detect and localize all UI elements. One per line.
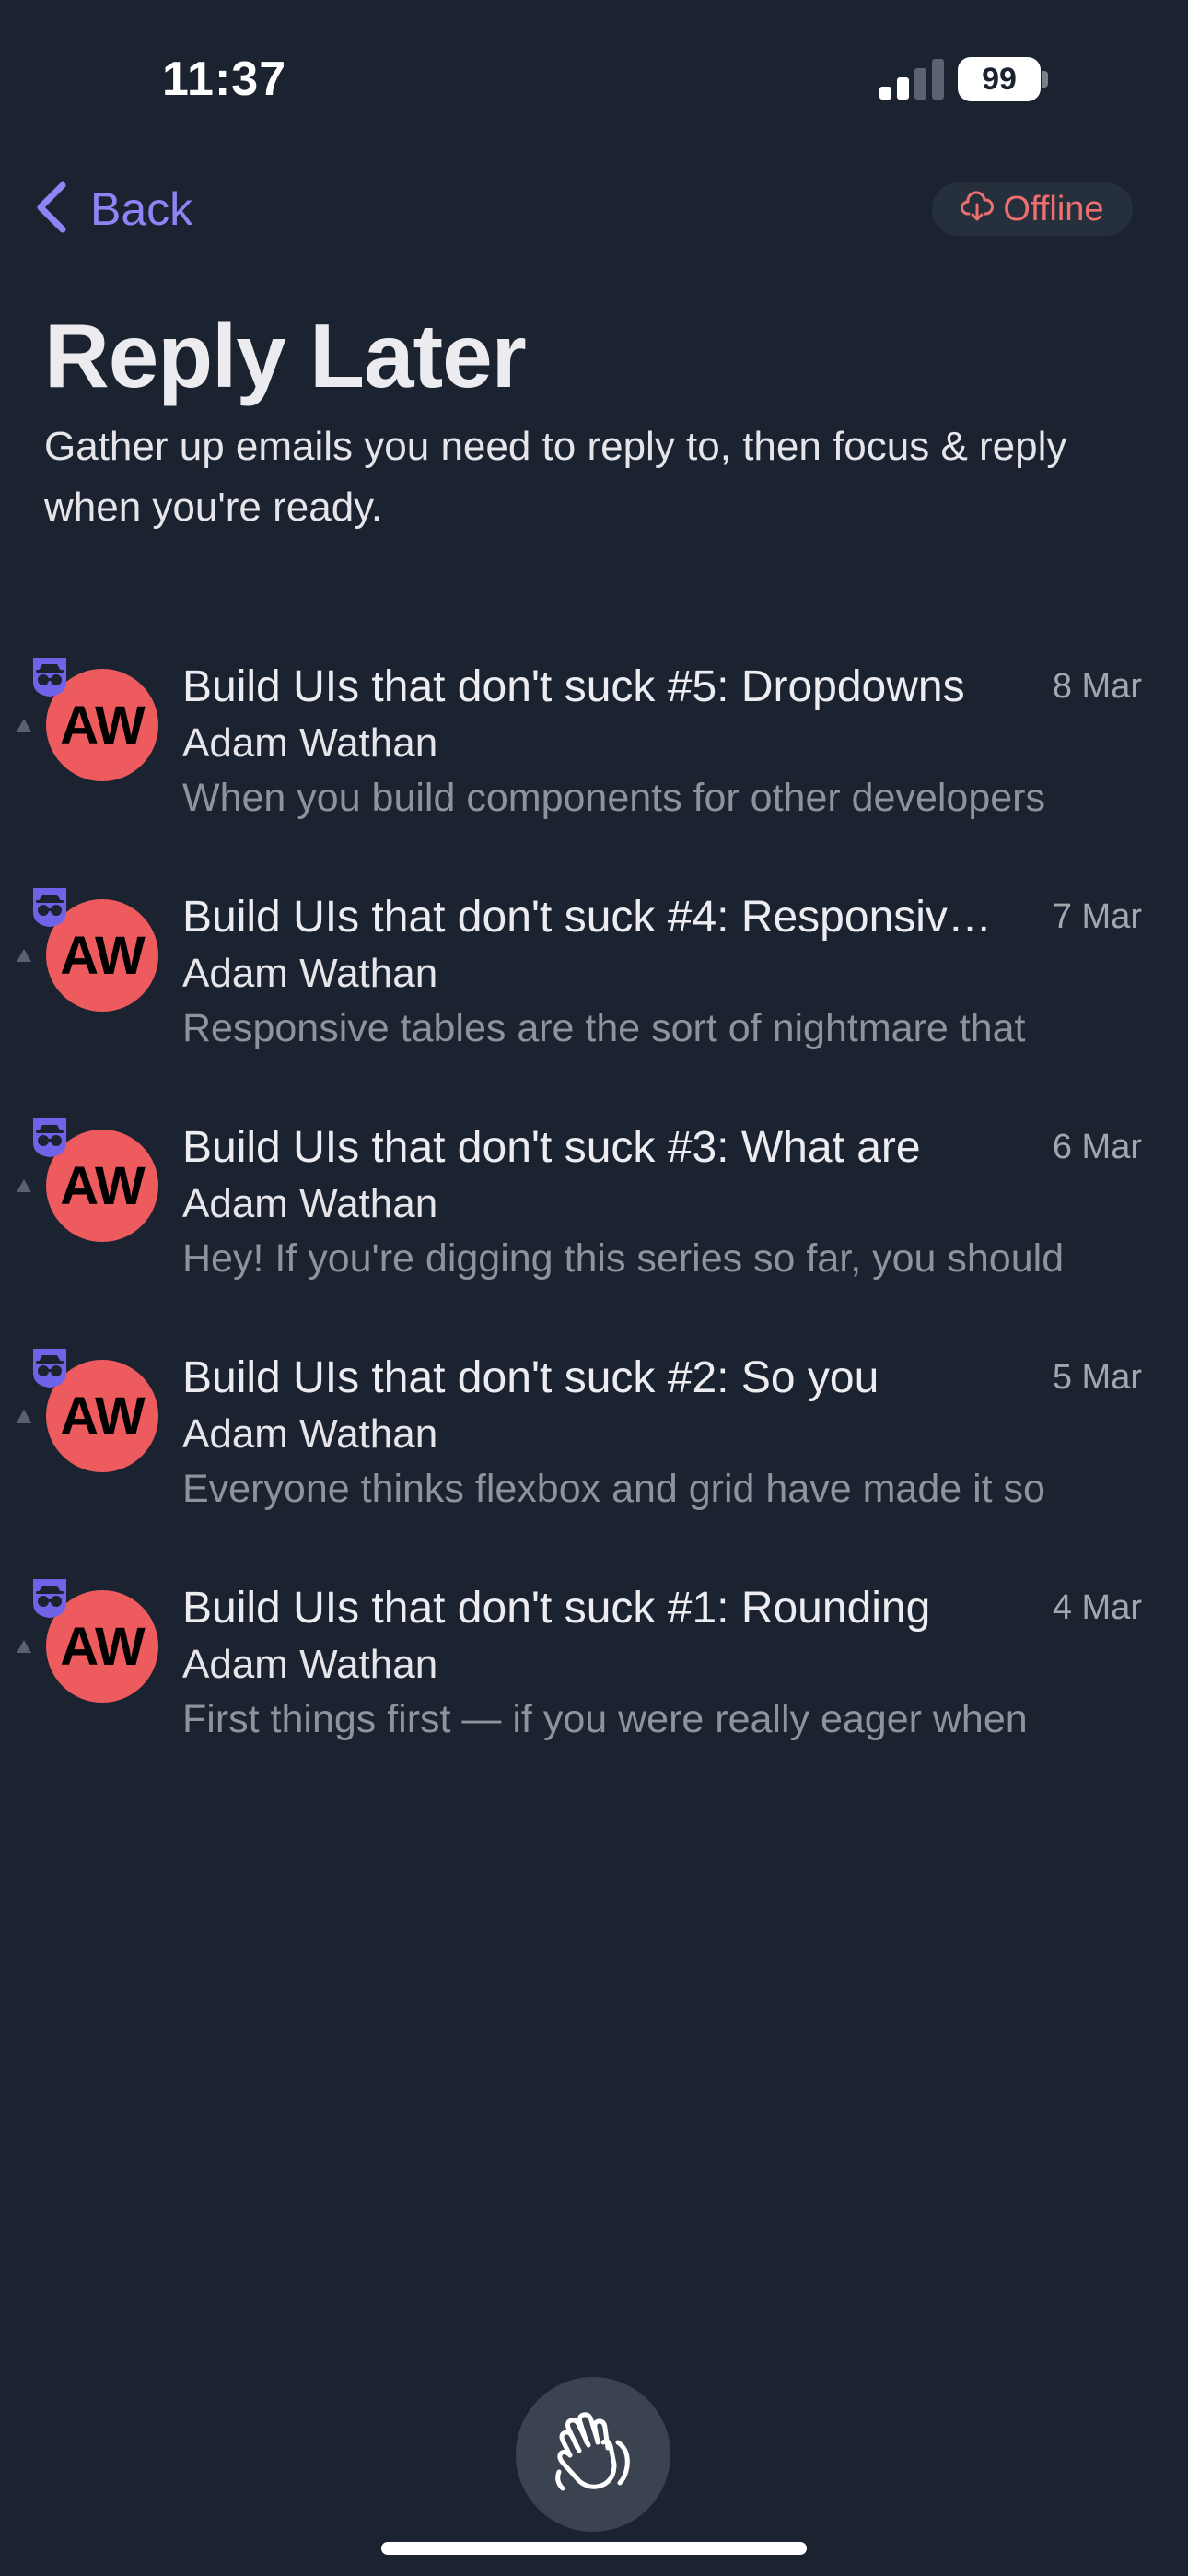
offline-badge[interactable]: Offline bbox=[932, 182, 1133, 236]
page-subtitle: Gather up emails you need to reply to, t… bbox=[44, 424, 1067, 530]
wave-fab-button[interactable] bbox=[516, 2377, 670, 2532]
email-row[interactable]: AW Build UIs that don't suck #2: So you … bbox=[0, 1336, 1188, 1566]
email-preview: Responsive tables are the sort of nightm… bbox=[182, 1006, 1026, 1050]
email-preview: First things first — if you were really … bbox=[182, 1697, 1028, 1741]
email-preview: Everyone thinks flexbox and grid have ma… bbox=[182, 1467, 1045, 1511]
triangle-icon bbox=[17, 1640, 31, 1653]
offline-label: Offline bbox=[1003, 189, 1104, 228]
avatar-wrap: AW bbox=[15, 1345, 162, 1493]
email-sender: Adam Wathan bbox=[182, 1181, 438, 1226]
email-date: 7 Mar bbox=[1052, 897, 1142, 936]
email-date: 4 Mar bbox=[1052, 1588, 1142, 1627]
avatar-initials: AW bbox=[60, 1386, 145, 1446]
email-preview: Hey! If you're digging this series so fa… bbox=[182, 1236, 1065, 1281]
email-sender: Adam Wathan bbox=[182, 951, 438, 996]
incognito-mask-icon bbox=[33, 1349, 66, 1388]
status-time: 11:37 bbox=[162, 53, 287, 106]
email-subject: Build UIs that don't suck #2: So you bbox=[182, 1353, 879, 1402]
back-label: Back bbox=[90, 183, 193, 235]
email-list: AW Build UIs that don't suck #5: Dropdow… bbox=[0, 645, 1188, 1797]
back-button[interactable]: Back bbox=[33, 177, 192, 241]
email-preview: When you build components for other deve… bbox=[182, 776, 1045, 820]
avatar-initials: AW bbox=[60, 695, 145, 755]
battery-tip bbox=[1042, 71, 1048, 88]
email-subject: Build UIs that don't suck #4: Responsive… bbox=[182, 893, 1011, 942]
triangle-icon bbox=[17, 949, 31, 962]
incognito-mask-icon bbox=[33, 658, 66, 697]
email-row[interactable]: AW Build UIs that don't suck #5: Dropdow… bbox=[0, 645, 1188, 875]
email-sender: Adam Wathan bbox=[182, 1642, 438, 1687]
email-sender: Adam Wathan bbox=[182, 1411, 438, 1457]
email-sender: Adam Wathan bbox=[182, 720, 438, 766]
incognito-mask-icon bbox=[33, 888, 66, 927]
avatar-wrap: AW bbox=[15, 1575, 162, 1723]
triangle-icon bbox=[17, 1410, 31, 1423]
avatar-initials: AW bbox=[60, 925, 145, 986]
status-bar: 11:37 99 bbox=[0, 0, 1188, 147]
avatar-wrap: AW bbox=[15, 654, 162, 802]
email-subject: Build UIs that don't suck #5: Dropdowns bbox=[182, 662, 965, 711]
chevron-left-icon bbox=[33, 180, 70, 240]
avatar-initials: AW bbox=[60, 1616, 145, 1677]
cloud-download-icon bbox=[961, 191, 1003, 228]
triangle-icon bbox=[17, 719, 31, 732]
incognito-mask-icon bbox=[33, 1579, 66, 1618]
email-row[interactable]: AW Build UIs that don't suck #1: Roundin… bbox=[0, 1566, 1188, 1797]
email-date: 6 Mar bbox=[1052, 1128, 1142, 1166]
email-row[interactable]: AW Build UIs that don't suck #4: Respons… bbox=[0, 875, 1188, 1106]
incognito-mask-icon bbox=[33, 1118, 66, 1157]
home-indicator bbox=[381, 2542, 807, 2555]
waving-hand-icon bbox=[542, 2402, 644, 2508]
page-title: Reply Later bbox=[44, 305, 527, 406]
avatar-initials: AW bbox=[60, 1155, 145, 1216]
battery-icon: 99 bbox=[958, 57, 1041, 101]
avatar-wrap: AW bbox=[15, 1115, 162, 1262]
email-row[interactable]: AW Build UIs that don't suck #3: What ar… bbox=[0, 1106, 1188, 1336]
triangle-icon bbox=[17, 1179, 31, 1192]
email-date: 5 Mar bbox=[1052, 1358, 1142, 1397]
avatar-wrap: AW bbox=[15, 884, 162, 1032]
email-date: 8 Mar bbox=[1052, 667, 1142, 706]
cellular-signal-icon bbox=[879, 59, 944, 100]
email-subject: Build UIs that don't suck #1: Rounding bbox=[182, 1584, 931, 1633]
email-subject: Build UIs that don't suck #3: What are bbox=[182, 1123, 921, 1172]
